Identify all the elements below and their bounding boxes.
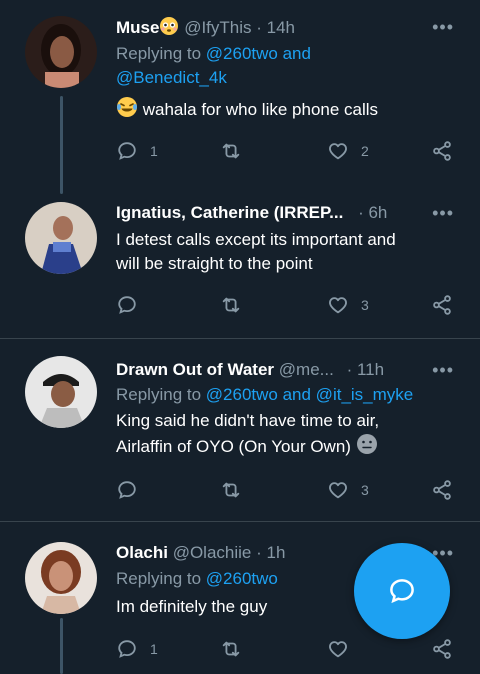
timestamp[interactable]: · 6h (358, 203, 387, 222)
reply-button[interactable]: 1 (116, 638, 158, 660)
tweet-drawn-out-of-water[interactable]: Drawn Out of Water @me... · 11h ••• Repl… (0, 339, 480, 521)
retweet-button[interactable] (220, 638, 254, 660)
compose-reply-icon (390, 579, 414, 604)
thread-line (60, 618, 63, 674)
flushed-face-emoji (160, 17, 179, 35)
display-name[interactable]: Drawn Out of Water (116, 360, 274, 379)
retweet-icon (220, 294, 242, 316)
share-button[interactable] (431, 140, 453, 162)
replying-to: Replying to @260two and @it_is_myke (116, 383, 413, 407)
share-icon (431, 294, 453, 316)
replying-to: Replying to @260two and (116, 42, 311, 66)
replying-prefix: Replying to (116, 385, 202, 404)
retweet-button[interactable] (220, 479, 254, 501)
tweet-header: Olachi @Olachiie · 1h (116, 542, 285, 564)
reply-icon (116, 638, 138, 660)
action-bar: 1 2 (116, 140, 456, 164)
share-button[interactable] (431, 638, 453, 660)
more-options-icon[interactable]: ••• (432, 204, 454, 222)
replying-to-line2: @Benedict_4k (116, 66, 227, 90)
tweet-text-line: I detest calls except its important and (116, 230, 396, 249)
replying-prefix: Replying to (116, 569, 202, 588)
handle[interactable]: @me... (279, 360, 334, 379)
tweet-text-content: wahala for who like phone calls (142, 100, 379, 119)
like-button[interactable]: 3 (327, 294, 369, 316)
heart-icon (327, 140, 349, 162)
timestamp[interactable]: · 11h (347, 360, 385, 379)
heart-icon (327, 294, 349, 316)
reply-count: 1 (150, 641, 158, 657)
mention-link[interactable]: @260two and @it_is_myke (206, 385, 413, 404)
retweet-icon (220, 638, 242, 660)
tweet-header: Muse @IfyThis · 14h (116, 16, 295, 39)
like-count: 3 (361, 482, 369, 498)
reply-button[interactable] (116, 294, 150, 316)
retweet-button[interactable] (220, 140, 254, 162)
tweet-header: Ignatius, Catherine (IRREP... · 6h (116, 202, 387, 224)
reply-button[interactable] (116, 479, 150, 501)
timestamp[interactable]: · 14h (256, 18, 295, 37)
tweet-muse[interactable]: Muse @IfyThis · 14h ••• Replying to @260… (0, 0, 480, 194)
replying-to: Replying to @260two (116, 567, 278, 591)
share-icon (431, 638, 453, 660)
share-icon (431, 140, 453, 162)
display-name[interactable]: Ignatius, Catherine (IRREP... (116, 203, 343, 222)
timestamp[interactable]: · 1h (256, 543, 285, 562)
tweet-text-line: will be straight to the point (116, 254, 313, 273)
avatar[interactable] (25, 356, 97, 428)
reply-count: 1 (150, 143, 158, 159)
action-bar: 1 (116, 638, 456, 662)
heart-icon (327, 638, 349, 660)
display-name[interactable]: Muse (116, 18, 159, 37)
neutral-face-emoji (356, 434, 377, 454)
replying-prefix: Replying to (116, 44, 202, 63)
tweet-text-line: King said he didn't have time to air, (116, 411, 380, 430)
tweet-text-content: Airlaffin of OYO (On Your Own) (116, 437, 351, 456)
tweet-ignatius[interactable]: Ignatius, Catherine (IRREP... · 6h ••• I… (0, 190, 480, 338)
action-bar: 3 (116, 479, 456, 503)
avatar[interactable] (25, 16, 97, 88)
reply-icon (116, 479, 138, 501)
mention-link[interactable]: @Benedict_4k (116, 68, 227, 87)
tweet-text: King said he didn't have time to air, Ai… (116, 409, 456, 459)
like-button[interactable]: 3 (327, 479, 369, 501)
avatar[interactable] (25, 202, 97, 274)
tweet-text: wahala for who like phone calls (116, 96, 456, 122)
retweet-button[interactable] (220, 294, 254, 316)
thread-line (60, 96, 63, 194)
retweet-icon (220, 479, 242, 501)
avatar[interactable] (25, 542, 97, 614)
more-options-icon[interactable]: ••• (432, 361, 454, 379)
tweet-header: Drawn Out of Water @me... · 11h (116, 359, 384, 381)
reply-button[interactable]: 1 (116, 140, 158, 162)
like-count: 3 (361, 297, 369, 313)
share-icon (431, 479, 453, 501)
like-count: 2 (361, 143, 369, 159)
tweet-text: I detest calls except its important and … (116, 228, 456, 276)
display-name[interactable]: Olachi (116, 543, 168, 562)
like-button[interactable] (327, 638, 361, 660)
share-button[interactable] (431, 479, 453, 501)
like-button[interactable]: 2 (327, 140, 369, 162)
reply-icon (116, 140, 138, 162)
retweet-icon (220, 140, 242, 162)
reply-icon (116, 294, 138, 316)
handle[interactable]: @Olachiie (173, 543, 252, 562)
laughing-tears-emoji (117, 97, 137, 117)
share-button[interactable] (431, 294, 453, 316)
mention-link[interactable]: @260two and (206, 44, 311, 63)
mention-link[interactable]: @260two (206, 569, 278, 588)
more-options-icon[interactable]: ••• (432, 18, 454, 36)
heart-icon (327, 479, 349, 501)
compose-fab-button[interactable] (354, 543, 450, 639)
action-bar: 3 (116, 294, 456, 318)
tweet-text-line: Airlaffin of OYO (On Your Own) (116, 433, 456, 459)
handle[interactable]: @IfyThis (184, 18, 251, 37)
